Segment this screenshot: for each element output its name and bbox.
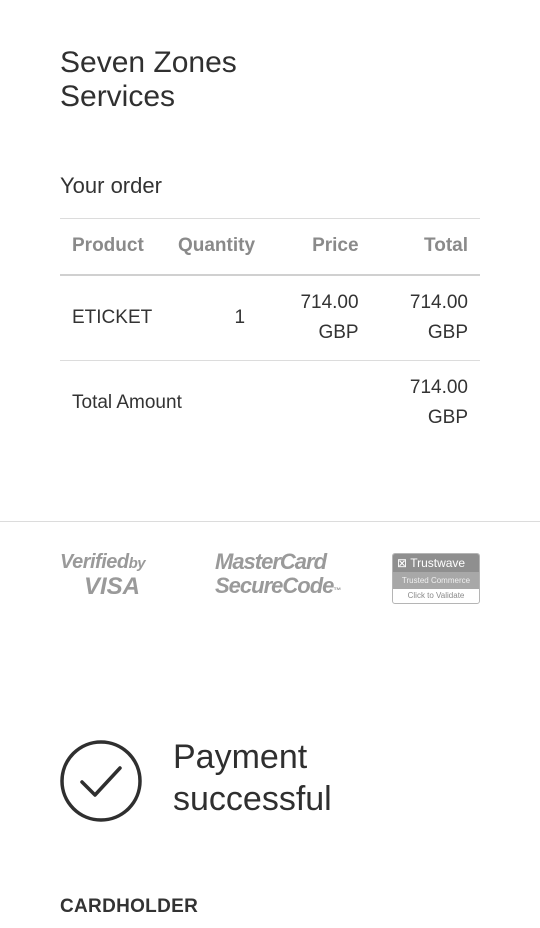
product-cell: ETICKET (60, 274, 166, 361)
total-amount: 714.00 (409, 291, 468, 313)
trustwave-seal-brand: ⊠ Trustwave (393, 554, 479, 572)
mastercard-badge-line1: MasterCard (215, 549, 327, 574)
merchant-name-line2: Services (60, 80, 176, 113)
column-header-total: Total (370, 218, 480, 276)
cardholder-label: CARDHOLDER (60, 896, 199, 917)
total-currency: GBP (427, 321, 468, 343)
order-title: Your order (60, 173, 162, 198)
price-cell: 714.00 GBP (267, 274, 371, 361)
mastercard-badge-tm: ™ (333, 586, 341, 595)
table-row: ETICKET 1 714.00 GBP 714.00 GBP (60, 274, 480, 361)
mastercard-badge-line2: SecureCode (215, 573, 334, 598)
column-header-quantity: Quantity (165, 218, 268, 276)
payment-status-line2: successful (173, 780, 332, 818)
visa-badge-verified: Verified (60, 551, 129, 573)
merchant-name: Seven Zones Services (60, 46, 360, 114)
order-table-header: Product Quantity Price Total (60, 218, 480, 276)
grand-total-currency: GBP (427, 406, 468, 428)
order-table: Product Quantity Price Total ETICKET 1 7… (60, 218, 480, 445)
grand-total-cell: 714.00 GBP (371, 361, 480, 445)
payment-status: Payment successful (173, 736, 473, 820)
price-currency: GBP (318, 321, 359, 343)
section-divider (0, 521, 540, 522)
trustwave-seal-subtitle: Trusted Commerce (393, 572, 479, 589)
merchant-name-line1: Seven Zones (60, 46, 237, 79)
mastercard-securecode-logo: MasterCard SecureCode™ (215, 550, 345, 603)
total-amount-label: Total Amount (72, 391, 182, 413)
grand-total-amount: 714.00 (409, 376, 468, 398)
visa-badge-visa: VISA (84, 573, 141, 600)
total-row: Total Amount 714.00 GBP (60, 361, 480, 445)
price-amount: 714.00 (300, 291, 359, 313)
total-cell: 714.00 GBP (370, 274, 480, 361)
trustwave-validate-link[interactable]: Click to Validate (393, 589, 479, 603)
trustwave-seal-name: Trustwave (410, 556, 466, 570)
column-header-product: Product (60, 218, 166, 276)
column-header-price: Price (267, 218, 371, 276)
visa-badge-by: by (128, 555, 146, 572)
trustwave-logo-icon: ⊠ (397, 556, 408, 570)
trustwave-seal[interactable]: ⊠ Trustwave Trusted Commerce Click to Va… (392, 553, 480, 604)
verified-by-visa-logo: Verifiedby VISA (60, 551, 170, 599)
payment-status-line1: Payment (173, 738, 308, 776)
quantity-cell: 1 (165, 274, 268, 361)
check-circle-icon (60, 740, 142, 822)
